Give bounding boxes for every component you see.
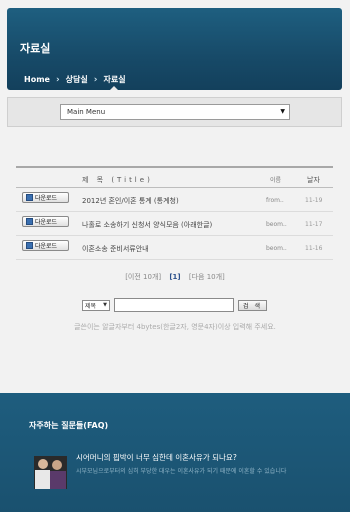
download-icon [26, 194, 33, 201]
dropdown-arrow-icon: ▼ [103, 301, 107, 308]
input-notice: 글쓴이는 알글자부터 4bytes(한글2자, 영문4자)이상 입력해 주세요. [74, 323, 276, 331]
breadcrumb-counsel[interactable]: 상담실 [66, 74, 88, 85]
breadcrumb: Home › 상담실 › 자료실 [24, 74, 126, 85]
table-header: 제 목 (Title) 이름 날자 [16, 166, 333, 188]
pagination: [이전 10개] [1] [다음 10개] [0, 272, 350, 282]
download-button[interactable]: 다운로드 [22, 216, 69, 227]
faq-title: 자주하는 질문들(FAQ) [29, 421, 109, 430]
table-row: 다운로드 2012년 혼인/이혼 통계 (통계청) from.. 11-19 [16, 188, 333, 212]
download-button[interactable]: 다운로드 [22, 192, 69, 203]
row-title-link[interactable]: 이혼소송 준비서류안내 [82, 244, 149, 254]
search-field-selected: 제목 [85, 302, 97, 310]
search-field-select[interactable]: 제목 ▼ [82, 299, 110, 311]
prev-page-link[interactable]: [이전 10개] [125, 273, 161, 281]
row-author: beom.. [266, 221, 287, 228]
dropdown-arrow-icon: ▼ [280, 108, 285, 115]
search-button[interactable]: 검 색 [238, 299, 267, 311]
breadcrumb-home[interactable]: Home [24, 75, 50, 84]
download-icon [26, 242, 33, 249]
faq-section: 자주하는 질문들(FAQ) 시어머니의 핍박이 너무 심한데 이혼사유가 되나요… [0, 393, 350, 512]
main-menu-select[interactable]: Main Menu ▼ [60, 104, 290, 120]
faq-question-link[interactable]: 시어머니의 핍박이 너무 심한데 이혼사유가 되나요? [76, 452, 237, 463]
header-date: 날자 [307, 176, 320, 184]
main-menu-selected: Main Menu [67, 108, 106, 116]
row-date: 11-16 [305, 245, 323, 252]
current-page[interactable]: [1] [169, 273, 180, 281]
table-row: 다운로드 나홀로 소송하기 신청서 양식모음 (아래한글) beom.. 11-… [16, 212, 333, 236]
header-name: 이름 [270, 177, 282, 184]
faq-thumbnail-image[interactable] [34, 456, 67, 489]
chevron-right-icon: › [55, 74, 60, 85]
page-title: 자료실 [20, 42, 51, 55]
download-icon [26, 218, 33, 225]
page-header: 자료실 Home › 상담실 › 자료실 [7, 8, 342, 90]
row-title-link[interactable]: 나홀로 소송하기 신청서 양식모음 (아래한글) [82, 220, 212, 230]
download-label: 다운로드 [35, 219, 58, 226]
faq-answer-text: 시부모님으로부터의 심히 부당한 대우는 이혼사유가 되기 때문에 이혼할 수 … [76, 468, 287, 475]
menu-bar: Main Menu ▼ [7, 97, 342, 127]
row-title-link[interactable]: 2012년 혼인/이혼 통계 (통계청) [82, 196, 179, 206]
breadcrumb-archive[interactable]: 자료실 [103, 74, 125, 85]
search-input[interactable] [114, 298, 234, 312]
download-label: 다운로드 [35, 195, 58, 202]
row-author: from.. [266, 197, 284, 204]
header-title: 제 목 (Title) [82, 176, 153, 184]
search-bar: 제목 ▼ 검 색 [82, 298, 267, 312]
next-page-link[interactable]: [다음 10개] [189, 273, 225, 281]
row-date: 11-17 [305, 221, 323, 228]
table-row: 다운로드 이혼소송 준비서류안내 beom.. 11-16 [16, 236, 333, 260]
download-label: 다운로드 [35, 243, 58, 250]
breadcrumb-pointer [110, 86, 118, 90]
download-button[interactable]: 다운로드 [22, 240, 69, 251]
chevron-right-icon: › [93, 74, 98, 85]
row-author: beom.. [266, 245, 287, 252]
file-table: 제 목 (Title) 이름 날자 다운로드 2012년 혼인/이혼 통계 (통… [16, 166, 333, 260]
row-date: 11-19 [305, 197, 323, 204]
